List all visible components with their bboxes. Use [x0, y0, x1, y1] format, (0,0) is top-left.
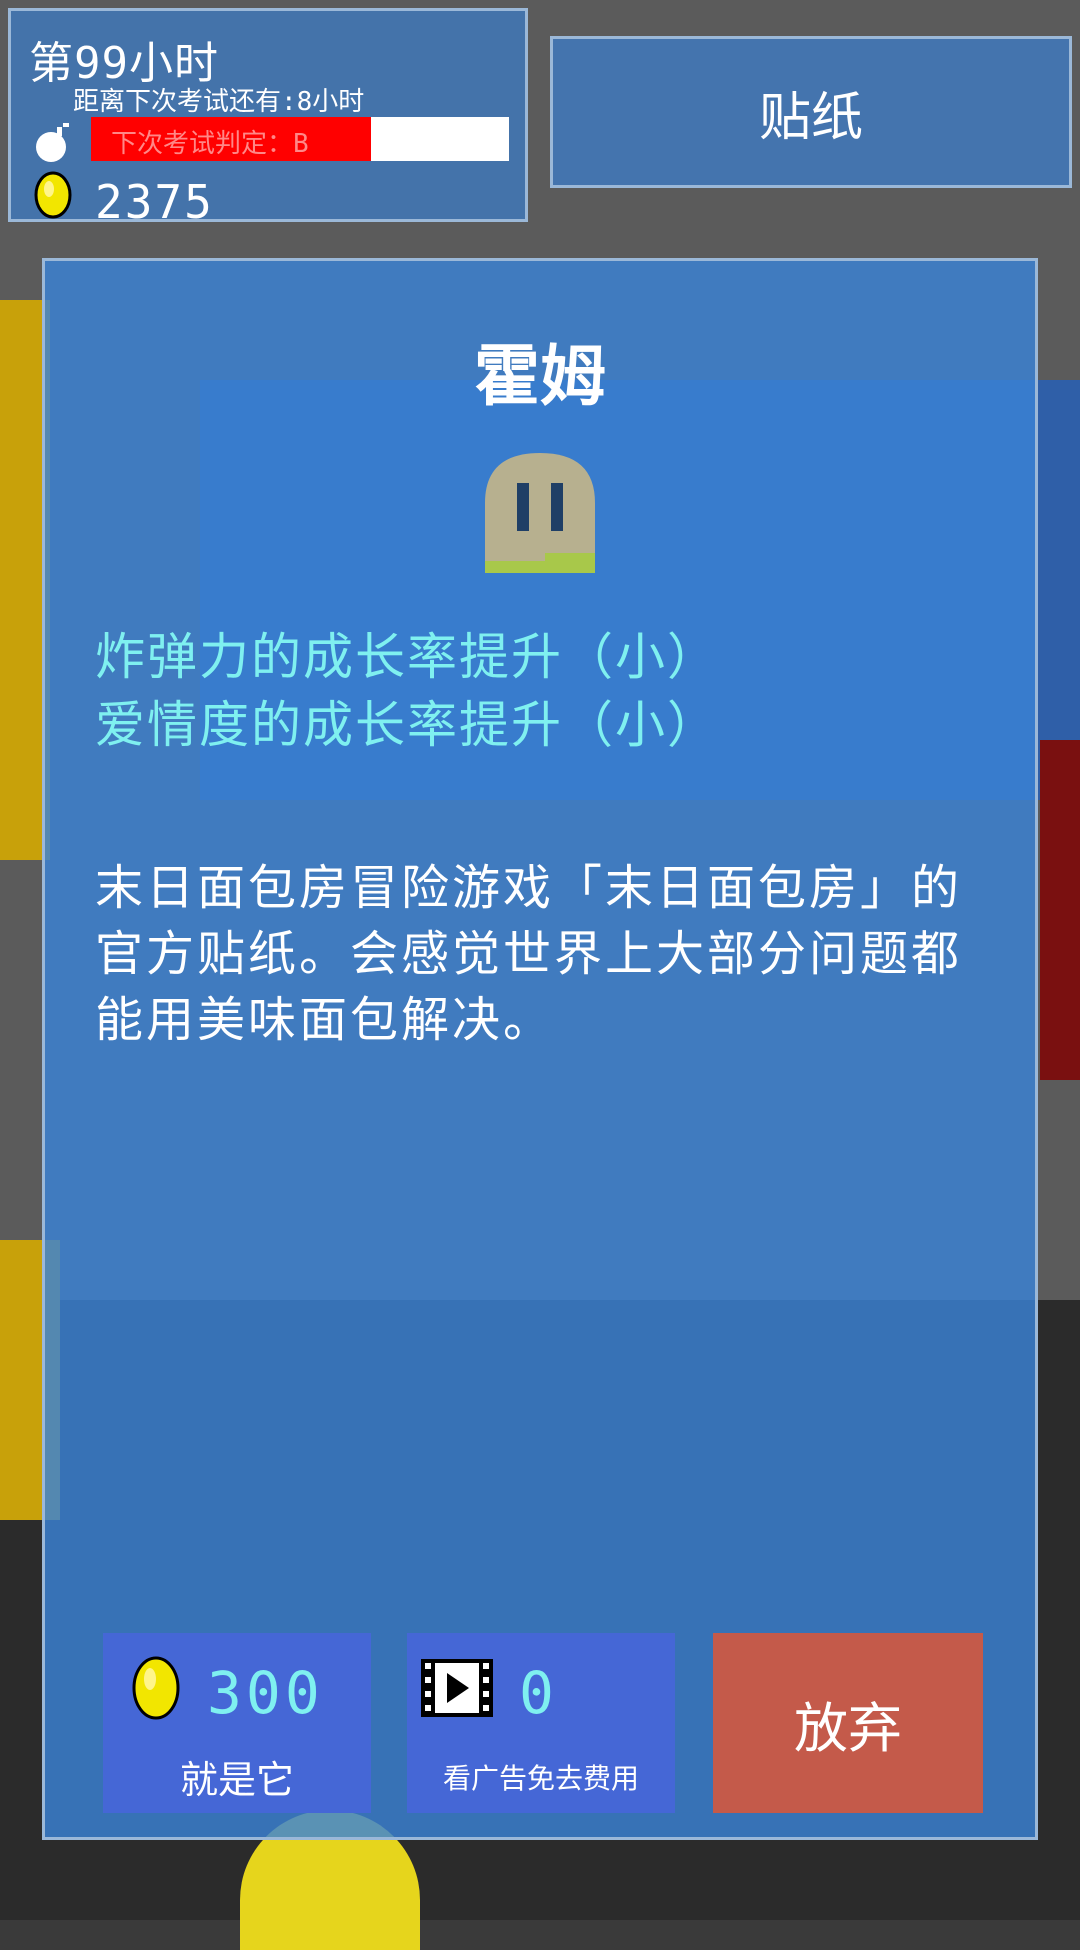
status-hud: 第99小时 距离下次考试还有:8小时 下次考试判定：B 2375	[8, 8, 528, 229]
sticker-detail-dialog: 霍姆 炸弹力的成长率提升（小） 爱情度的成长率提升（小） 末日面包房冒险游戏「末…	[42, 258, 1038, 1840]
sticker-description: 末日面包房冒险游戏「末日面包房」的官方贴纸。会感觉世界上大部分问题都能用美味面包…	[95, 860, 963, 1048]
coin-balance: 2375	[95, 175, 214, 229]
ad-count: 0	[519, 1659, 554, 1727]
sticker-effects: 炸弹力的成长率提升（小） 爱情度的成长率提升（小）	[95, 623, 719, 759]
bomb-icon	[36, 123, 69, 162]
watch-ad-label: 看广告免去费用	[442, 1762, 639, 1795]
buy-label: 就是它	[179, 1758, 294, 1802]
tab-sticker[interactable]: 贴纸	[550, 36, 1072, 188]
give-up-label: 放弃	[794, 1696, 902, 1760]
exam-grade-bar: 下次考试判定：B	[91, 117, 509, 161]
give-up-button[interactable]: 放弃	[713, 1633, 983, 1813]
next-exam-countdown: 距离下次考试还有:8小时	[73, 87, 365, 117]
coin-icon	[132, 1656, 180, 1720]
background-red-panel	[1040, 740, 1080, 1080]
sticker-name: 霍姆	[474, 338, 606, 415]
tab-sticker-label: 贴纸	[758, 87, 863, 148]
effect-line: 炸弹力的成长率提升（小）	[95, 628, 719, 686]
exam-grade-label: 下次考试判定：B	[111, 129, 309, 159]
film-play-icon	[421, 1659, 493, 1717]
buy-price: 300	[207, 1659, 324, 1727]
coin-icon	[34, 171, 72, 219]
buy-button[interactable]: 300 就是它	[103, 1633, 371, 1813]
effect-line: 爱情度的成长率提升（小）	[95, 696, 719, 754]
watch-ad-button[interactable]: 0 看广告免去费用	[407, 1633, 675, 1813]
sticker-slime-icon	[485, 453, 595, 573]
